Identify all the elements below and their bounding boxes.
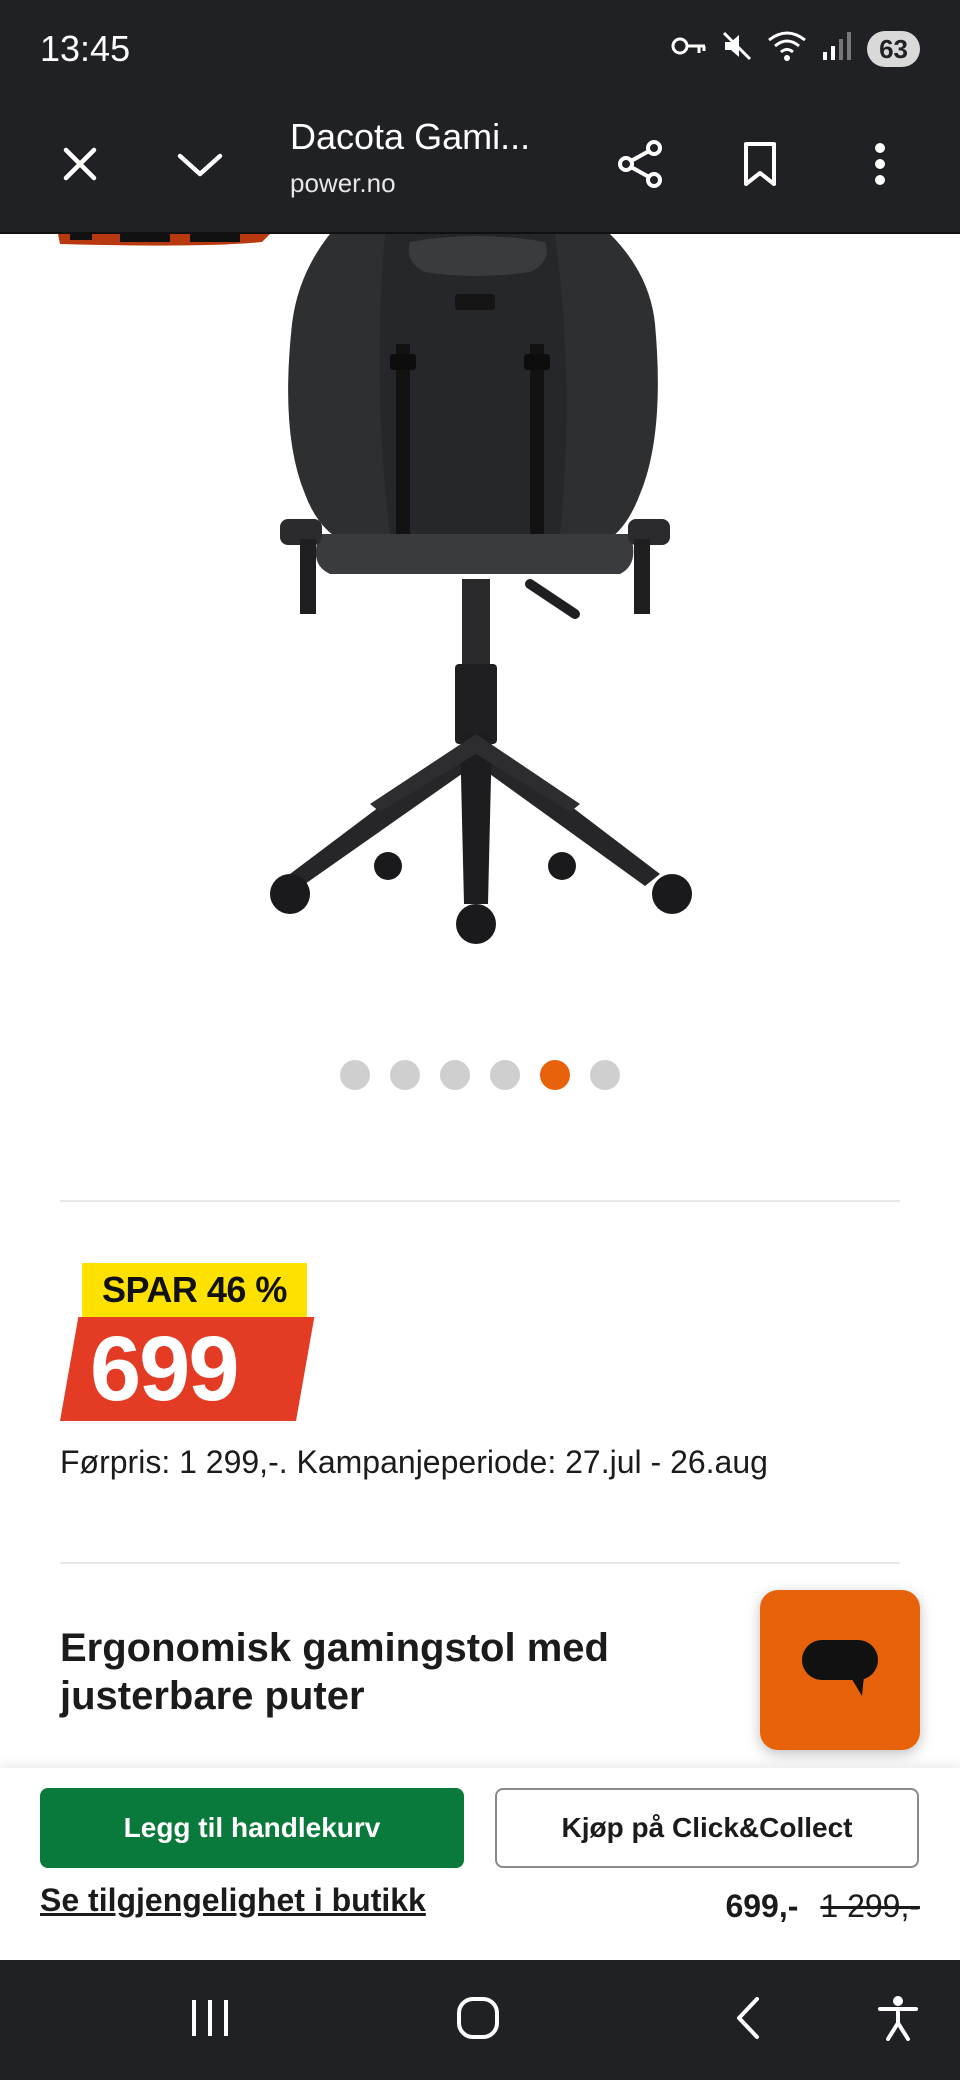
close-button[interactable]: [40, 126, 120, 206]
key-icon: [671, 34, 707, 63]
status-time: 13:45: [40, 28, 131, 69]
carousel-dot[interactable]: [490, 1060, 520, 1090]
image-carousel-dots: [0, 1060, 960, 1090]
system-navigation-bar: [0, 1960, 960, 2080]
carousel-dot[interactable]: [590, 1060, 620, 1090]
accessibility-icon: [878, 1995, 918, 2046]
product-heading: Ergonomisk gamingstol med justerbare put…: [60, 1626, 609, 1718]
store-availability-link[interactable]: Se tilgjengelighet i butikk: [40, 1882, 426, 1919]
chat-bubble-icon: [800, 1636, 880, 1705]
back-icon: [733, 1995, 763, 2046]
add-to-cart-button[interactable]: Legg til handlekurv: [40, 1788, 464, 1868]
bookmark-icon: [742, 141, 778, 192]
more-options-button[interactable]: [840, 126, 920, 206]
home-button[interactable]: [438, 1980, 518, 2060]
divider: [60, 1562, 900, 1564]
price-badge: 699: [60, 1317, 315, 1421]
page-title-block[interactable]: Dacota Gami... power.no: [290, 116, 580, 199]
wifi-icon: [767, 30, 807, 67]
chat-button[interactable]: [760, 1590, 920, 1750]
divider: [60, 1200, 900, 1202]
page-title: Dacota Gami...: [290, 116, 531, 157]
gaming-chair-image: [58, 234, 692, 944]
more-icon: [874, 142, 886, 191]
carousel-dot-active[interactable]: [540, 1060, 570, 1090]
minimize-button[interactable]: [160, 126, 240, 206]
purchase-bar: Legg til handlekurv Kjøp på Click&Collec…: [0, 1768, 960, 1960]
battery-indicator: 63: [867, 30, 920, 67]
save-badge: SPAR 46 %: [82, 1263, 307, 1317]
mute-icon: [721, 30, 753, 67]
share-button[interactable]: [600, 126, 680, 206]
carousel-dot[interactable]: [340, 1060, 370, 1090]
carousel-dot[interactable]: [390, 1060, 420, 1090]
bookmark-button[interactable]: [720, 126, 800, 206]
current-price: 699: [90, 1318, 239, 1420]
back-button[interactable]: [708, 1980, 788, 2060]
buybar-price-old: 1 299,-: [820, 1888, 920, 1924]
carousel-dot[interactable]: [440, 1060, 470, 1090]
page-url: power.no: [290, 168, 396, 198]
close-icon: [60, 144, 100, 189]
custom-tab-toolbar: Dacota Gami... power.no: [0, 100, 960, 234]
signal-icon: [821, 30, 853, 67]
share-icon: [616, 139, 664, 194]
home-icon: [455, 1995, 501, 2046]
chevron-down-icon: [176, 148, 224, 185]
recents-icon: [188, 1998, 232, 2043]
buybar-price-now: 699,-: [725, 1888, 799, 1924]
accessibility-button[interactable]: [858, 1980, 938, 2060]
product-image[interactable]: [0, 234, 960, 994]
click-and-collect-button[interactable]: Kjøp på Click&Collect: [495, 1788, 919, 1868]
status-bar: 13:45 63: [0, 0, 960, 100]
buybar-price: 699,- 1 299,-: [725, 1888, 920, 1925]
recents-button[interactable]: [170, 1980, 250, 2060]
previous-price-info: Førpris: 1 299,-. Kampanjeperiode: 27.ju…: [60, 1444, 768, 1480]
status-icons: 63: [671, 30, 920, 67]
